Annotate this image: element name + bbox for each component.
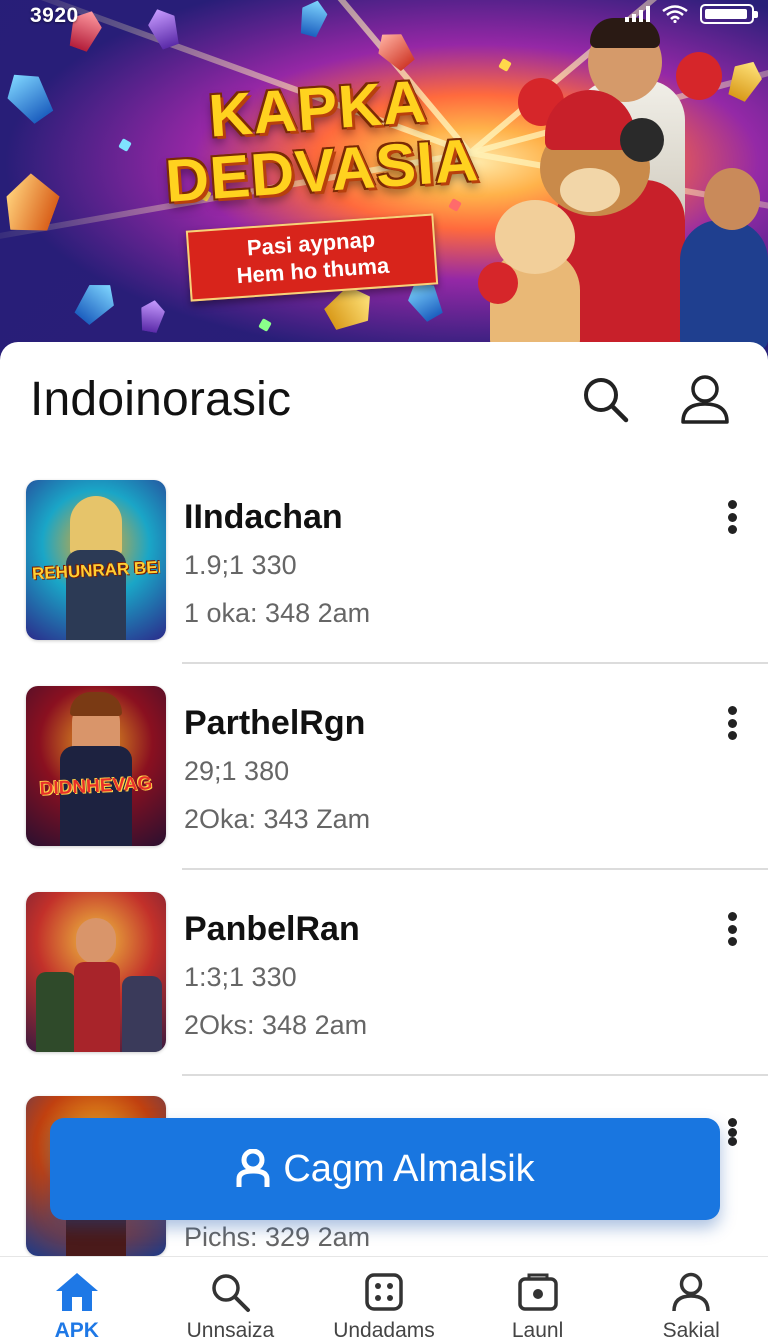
more-options-icon[interactable]: [720, 912, 744, 946]
list-item[interactable]: REHUNRAR BELIC IIndachan 1.9;1 330 1 oka…: [0, 480, 768, 686]
divider: [182, 662, 768, 664]
primary-cta-button[interactable]: Cagm Almalsik: [50, 1118, 720, 1220]
bottom-navigation: APK Unnsaiza Undadams Launl Sakial: [0, 1256, 768, 1344]
item-meta: Pichs: 329 2am: [184, 1222, 371, 1252]
search-button[interactable]: [578, 372, 632, 426]
app-thumbnail: [26, 892, 166, 1052]
crystal-decoration: [70, 275, 123, 329]
more-options-icon[interactable]: [720, 500, 744, 534]
more-options-icon[interactable]: [720, 1118, 744, 1146]
item-version: 29;1 380: [184, 756, 290, 786]
profile-button[interactable]: [678, 372, 732, 426]
app-thumbnail: DIDNHEVAG: [26, 686, 166, 846]
home-icon: [55, 1273, 98, 1311]
dice-grid-icon: [365, 1273, 403, 1311]
sparkle-decoration: [118, 138, 132, 152]
search-icon: [584, 378, 629, 423]
item-meta: 2Oka: 343 Zam: [184, 804, 371, 834]
status-bar: 3920: [0, 0, 768, 30]
nav-item-updates[interactable]: Undadams: [307, 1257, 461, 1344]
app-thumbnail: REHUNRAR BELIC: [26, 480, 166, 640]
person-icon: [672, 1272, 710, 1312]
nav-item-profile[interactable]: Sakial: [614, 1257, 768, 1344]
item-meta: 1 oka: 348 2am: [184, 598, 371, 628]
sparkle-decoration: [498, 58, 512, 72]
item-name: PanbelRan: [184, 910, 360, 948]
search-icon: [212, 1274, 251, 1312]
hero-tagline: Pasi aypnap Hem ho thuma: [185, 213, 439, 302]
box-icon: [517, 1273, 558, 1311]
status-time: 3920: [30, 4, 79, 27]
nav-label: Sakial: [662, 1319, 720, 1342]
thumbnail-text: REHUNRAR BELIC: [31, 558, 161, 584]
hero-title: KAPKA DEDVASIA: [136, 66, 504, 215]
cta-label: Cagm Almalsik: [283, 1147, 535, 1190]
wifi-icon: [662, 5, 688, 23]
nav-label: Launl: [511, 1319, 564, 1342]
item-name: IIndachan: [184, 498, 343, 536]
person-icon: [681, 375, 729, 424]
crystal-decoration: [137, 298, 166, 334]
item-meta: 2Oks: 348 2am: [184, 1010, 368, 1040]
signal-icon: [625, 6, 650, 22]
sparkle-decoration: [258, 318, 272, 332]
hero-banner[interactable]: 3920 KAPKA DEDVASIA Pasi aypnap Hem ho t…: [0, 0, 768, 360]
person-icon: [236, 1149, 270, 1187]
crystal-decoration: [0, 64, 59, 128]
nav-label: Unnsaiza: [186, 1319, 275, 1342]
nav-item-search[interactable]: Unnsaiza: [154, 1257, 308, 1344]
divider: [182, 868, 768, 870]
page-title: Indoinorasic: [30, 373, 292, 426]
battery-icon: [700, 4, 758, 24]
nav-item-launch[interactable]: Launl: [461, 1257, 615, 1344]
divider: [182, 1074, 768, 1076]
nav-item-apk[interactable]: APK: [0, 1257, 154, 1344]
item-version: 1:3;1 330: [184, 962, 297, 992]
more-options-icon[interactable]: [720, 706, 744, 740]
list-item[interactable]: DIDNHEVAG ParthelRgn 29;1 380 2Oka: 343 …: [0, 686, 768, 892]
thumbnail-text: DIDNHEVAG: [39, 774, 153, 800]
list-item[interactable]: PanbelRan 1:3;1 330 2Oks: 348 2am: [0, 892, 768, 1098]
sparkle-decoration: [448, 198, 462, 212]
nav-label: APK: [54, 1319, 99, 1342]
nav-label: Undadams: [333, 1319, 435, 1342]
item-name: ParthelRgn: [184, 704, 366, 742]
item-version: 1.9;1 330: [184, 550, 297, 580]
